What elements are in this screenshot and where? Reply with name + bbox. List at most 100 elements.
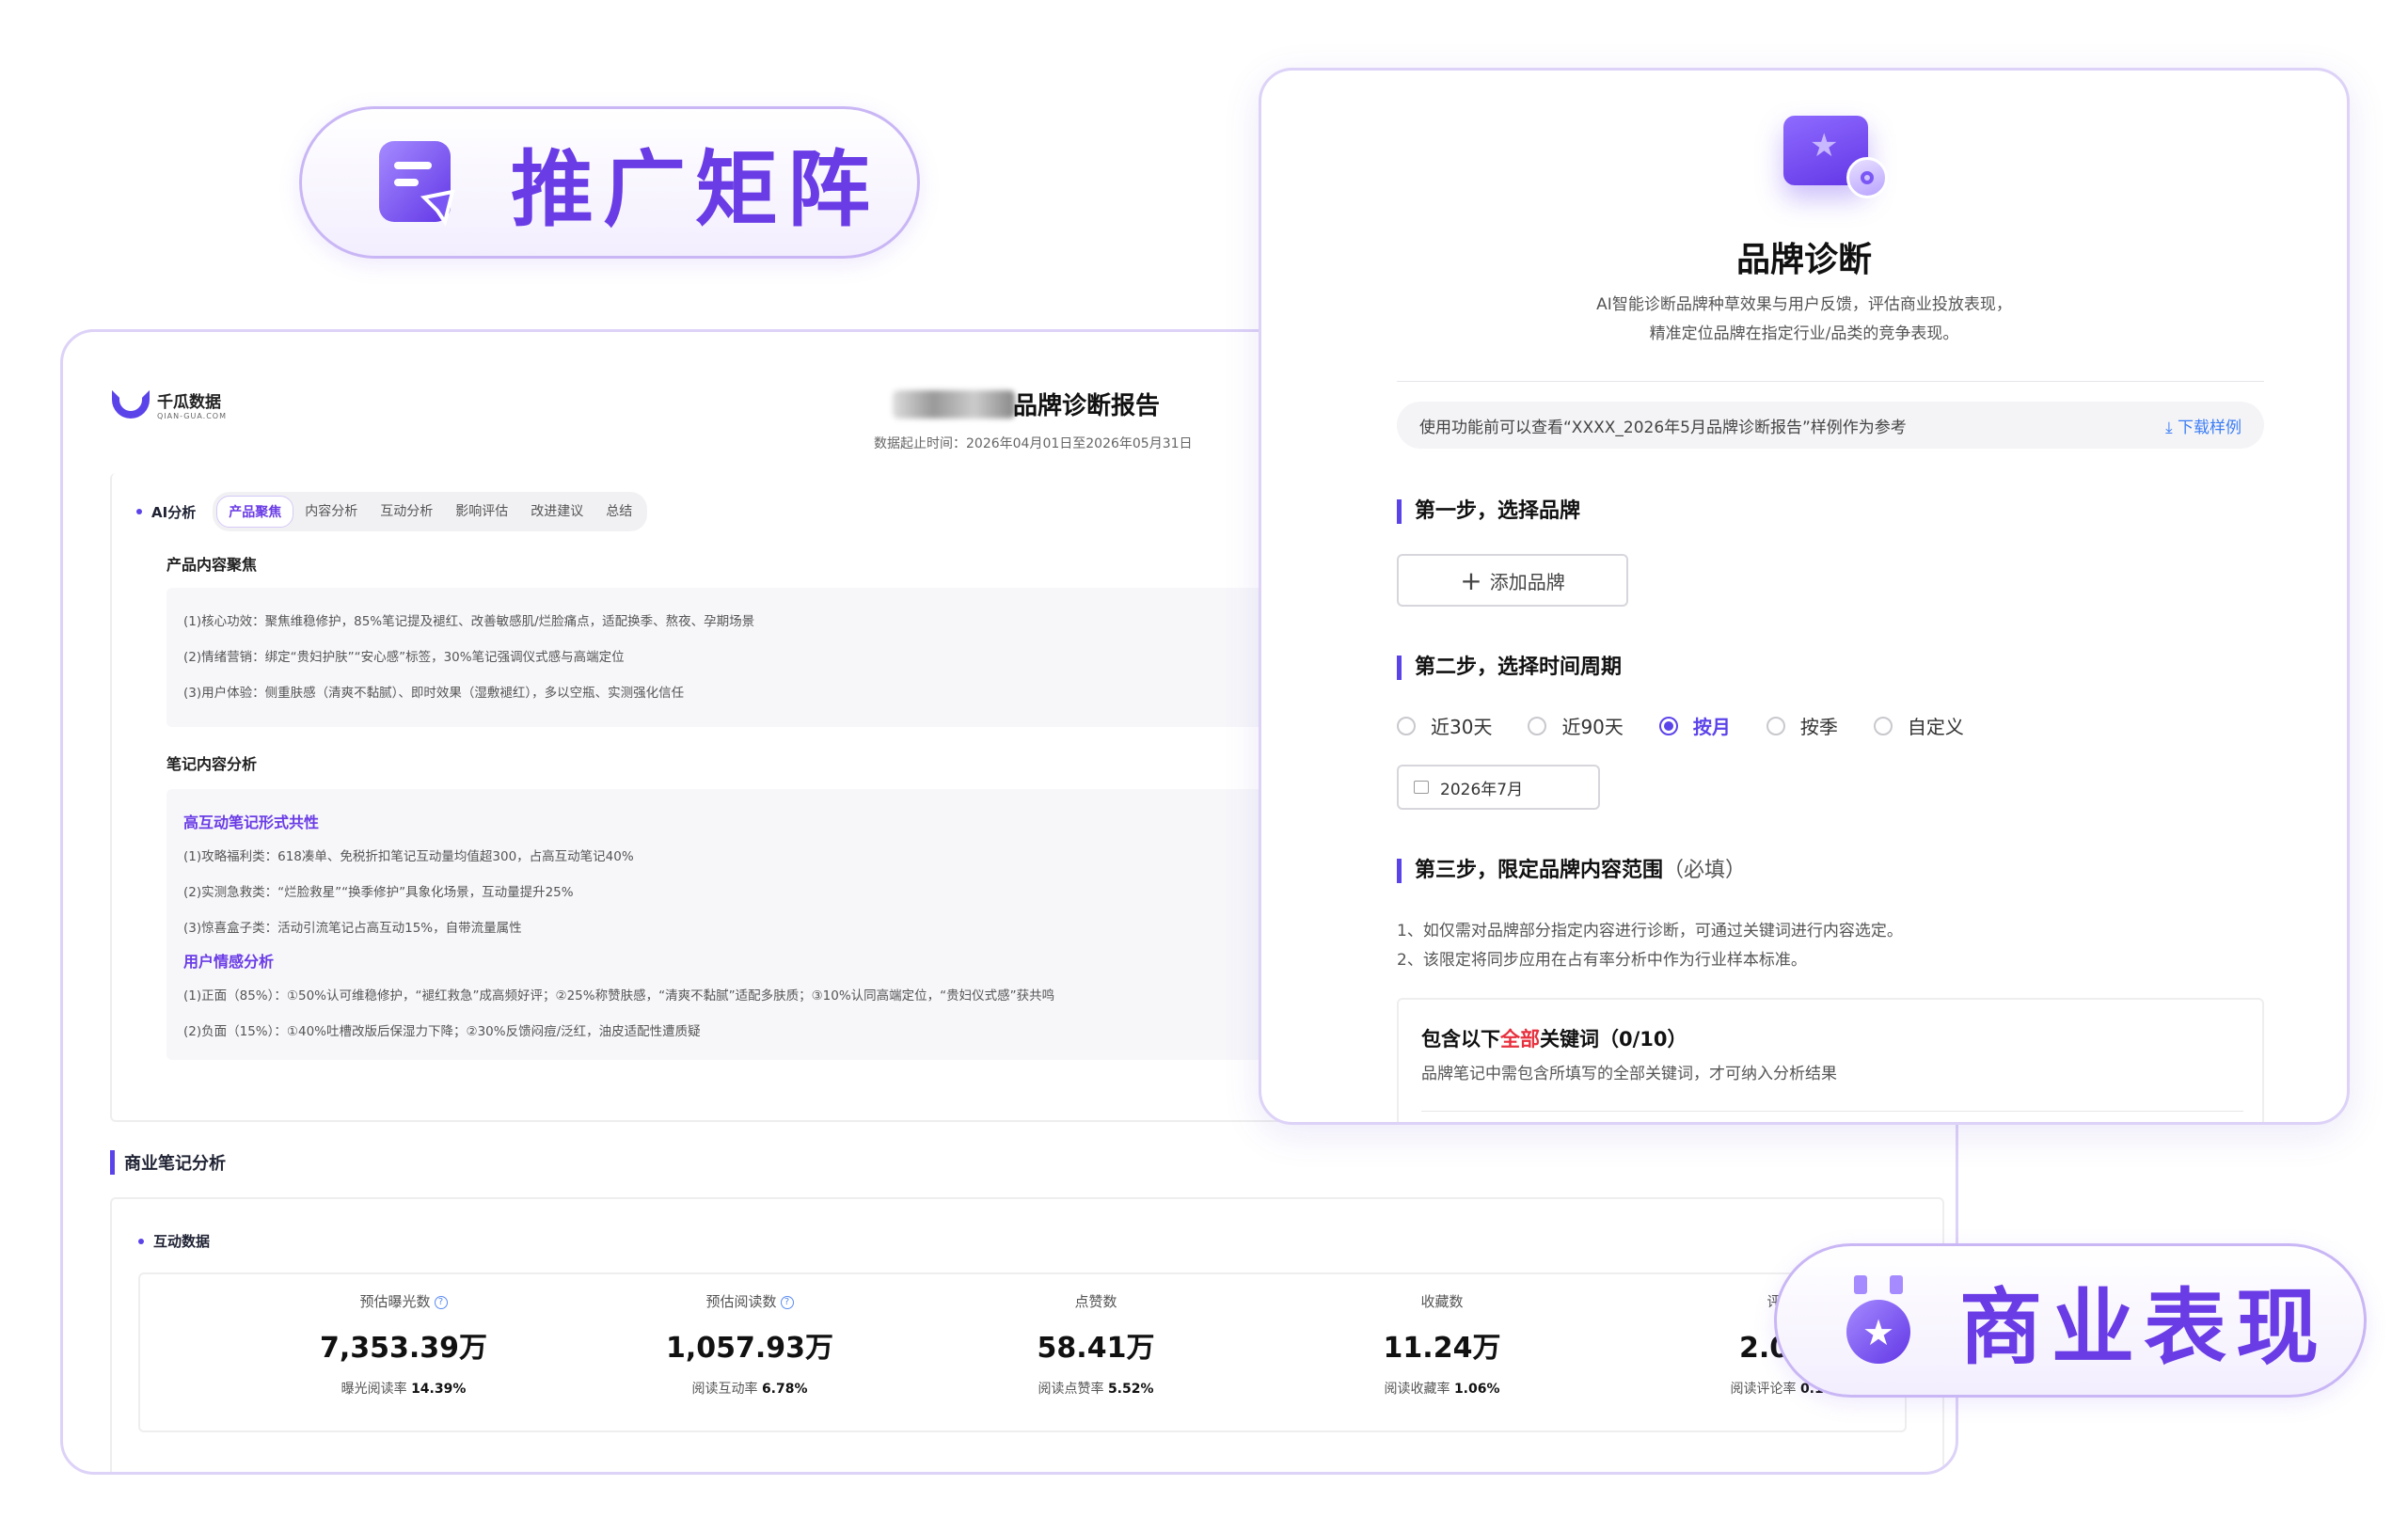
- keyword-title: 包含以下全部关键词（0/10）: [1421, 1024, 1687, 1052]
- stat-likes: 点赞数 58.41万 阅读点赞率 5.52%: [974, 1274, 1218, 1398]
- note-line: (3)惊喜盒子类：活动引流笔记占高互动15%，自带流量属性: [183, 921, 522, 936]
- radio-30-days[interactable]: 近30天: [1397, 712, 1492, 739]
- tab-suggestions[interactable]: 改进建议: [519, 496, 594, 528]
- divider: [1397, 381, 2264, 382]
- search-badge-icon: [1846, 157, 1888, 198]
- business-performance-pill: ★ 商业表现: [1774, 1243, 2367, 1398]
- add-brand-button[interactable]: + 添加品牌: [1397, 554, 1628, 607]
- stat-value: 7,353.39万: [319, 1332, 488, 1365]
- step2-heading: 第二步，选择时间周期: [1397, 656, 1622, 680]
- sample-tip-bar: 使用功能前可以查看“XXXX_2026年5月品牌诊断报告”样例作为参考 ⤓ 下载…: [1397, 402, 2264, 449]
- report-date-range: 数据起止时间：2026年04月01日至2026年05月31日: [874, 436, 1193, 451]
- plus-icon: +: [1460, 564, 1482, 596]
- radio-circle-selected[interactable]: [1658, 716, 1678, 735]
- ai-label: AI分析: [151, 503, 197, 521]
- keyword-title-pre: 包含以下: [1421, 1028, 1500, 1051]
- tab-product-focus[interactable]: 产品聚焦: [216, 496, 294, 528]
- stat-sub-value: 6.78%: [761, 1382, 808, 1397]
- step3-title: 第三步，限定品牌内容范围: [1415, 859, 1664, 882]
- radio-label: 自定义: [1907, 716, 1964, 738]
- step3-notes: 1、如仅需对品牌部分指定内容进行诊断，可通过关键词进行内容选定。 2、该限定将同…: [1397, 917, 1903, 975]
- stat-value: 1,057.93万: [665, 1332, 834, 1365]
- radio-circle[interactable]: [1873, 716, 1893, 735]
- stat-sub-label: 阅读收藏率: [1384, 1382, 1450, 1397]
- tab-interaction-analysis[interactable]: 互动分析: [369, 496, 444, 528]
- stat-sub-value: 5.52%: [1107, 1382, 1154, 1397]
- logo-sub: QIAN-GUA.COM: [157, 412, 228, 420]
- radio-label: 按季: [1799, 716, 1838, 738]
- radio-quarterly[interactable]: 按季: [1766, 712, 1838, 739]
- download-icon: ⤓: [2165, 418, 2173, 437]
- keyword-box: 包含以下全部关键词（0/10） 品牌笔记中需包含所填写的全部关键词，才可纳入分析…: [1397, 998, 2264, 1122]
- download-label: 下载样例: [2178, 418, 2242, 437]
- help-icon[interactable]: ?: [780, 1295, 794, 1309]
- keyword-title-post: 关键词（0/10）: [1540, 1028, 1687, 1051]
- note-icon: [379, 141, 455, 226]
- stat-label: 收藏数: [1420, 1293, 1464, 1310]
- stat-sub-value: 14.39%: [411, 1382, 467, 1397]
- stat-label: 点赞数: [1074, 1293, 1117, 1310]
- bullet-dot: [138, 1238, 144, 1244]
- step3-heading: 第三步，限定品牌内容范围（必填）: [1397, 859, 1746, 883]
- stat-sub-label: 阅读互动率: [691, 1382, 758, 1397]
- download-sample-link[interactable]: ⤓ 下载样例: [2165, 414, 2242, 437]
- stat-value: 11.24万: [1383, 1332, 1501, 1365]
- medal-icon: ★: [1846, 1275, 1910, 1364]
- pill-top-label: 推广矩阵: [511, 140, 880, 238]
- stat-sub-value: 1.06%: [1453, 1382, 1500, 1397]
- calendar-icon: [1414, 781, 1429, 794]
- keyword-subtitle: 品牌笔记中需包含所填写的全部关键词，才可纳入分析结果: [1421, 1065, 1837, 1083]
- product-focus-line: (1)核心功效：聚焦维稳修护，85%笔记提及褪红、改善敏感肌/烂脸痛点，适配换季…: [183, 614, 755, 629]
- stats-panel: 预估曝光数? 7,353.39万 曝光阅读率 14.39% 预估阅读数? 1,0…: [138, 1272, 1907, 1432]
- help-icon[interactable]: ?: [434, 1295, 448, 1309]
- radio-circle[interactable]: [1766, 716, 1785, 735]
- sentiment-line: (2)负面（15%）：①40%吐槽改版后保湿力下降；②30%反馈闷痘/泛红，油皮…: [183, 1024, 701, 1039]
- stat-reads: 预估阅读数? 1,057.93万 阅读互动率 6.78%: [627, 1274, 872, 1398]
- radio-circle[interactable]: [1528, 716, 1547, 735]
- note-line: 1、如仅需对品牌部分指定内容进行诊断，可通过关键词进行内容选定。: [1397, 922, 1903, 940]
- analysis-tabs: 产品聚焦 内容分析 互动分析 影响评估 改进建议 总结: [213, 492, 648, 531]
- period-radio-group: 近30天 近90天 按月 按季 自定义: [1397, 712, 2000, 739]
- description-line: AI智能诊断品牌种草效果与用户反馈，评估商业投放表现，: [1596, 295, 2012, 314]
- stat-label: 预估曝光数: [359, 1293, 431, 1310]
- tab-content-analysis[interactable]: 内容分析: [293, 496, 369, 528]
- business-notes-heading: 商业笔记分析: [110, 1150, 226, 1175]
- month-value: 2026年7月: [1440, 780, 1524, 799]
- product-focus-box: (1)核心功效：聚焦维稳修护，85%笔记提及褪红、改善敏感肌/烂脸痛点，适配换季…: [166, 588, 1342, 727]
- description-line: 精准定位品牌在指定行业/品类的竞争表现。: [1649, 324, 1959, 343]
- high-interaction-heading: 高互动笔记形式共性: [183, 814, 320, 831]
- product-focus-line: (2)情绪营销：绑定“贵妇护肤”“安心感”标签，30%笔记强调仪式感与高端定位: [183, 650, 625, 665]
- radio-custom[interactable]: 自定义: [1873, 712, 1964, 739]
- note-line: 2、该限定将同步应用在占有率分析中作为行业样本标准。: [1397, 951, 1807, 970]
- step3-required-note: （必填）: [1663, 859, 1747, 882]
- ai-analysis-header: AI分析 产品聚焦 内容分析 互动分析 影响评估 改进建议 总结: [136, 492, 648, 531]
- radio-90-days[interactable]: 近90天: [1528, 712, 1624, 739]
- add-brand-label: 添加品牌: [1489, 570, 1565, 593]
- star-icon: ★: [1810, 127, 1839, 165]
- logo-mark-icon: [112, 390, 150, 419]
- note-content-heading: 笔记内容分析: [166, 755, 258, 773]
- tab-summary[interactable]: 总结: [594, 496, 643, 528]
- keyword-title-all: 全部: [1500, 1028, 1540, 1051]
- radio-label: 近30天: [1431, 716, 1493, 738]
- pill-bottom-label: 商业表现: [1959, 1278, 2329, 1376]
- radio-circle[interactable]: [1397, 716, 1416, 735]
- stat-favorites: 收藏数 11.24万 阅读收藏率 1.06%: [1320, 1274, 1564, 1398]
- tab-impact-assessment[interactable]: 影响评估: [444, 496, 519, 528]
- report-title: 品牌诊断报告: [1013, 392, 1161, 420]
- radio-label: 近90天: [1561, 716, 1624, 738]
- keyword-input-line[interactable]: [1421, 1111, 2243, 1112]
- month-picker[interactable]: 2026年7月: [1397, 765, 1600, 810]
- bullet-dot: [136, 509, 142, 514]
- diagnosis-title: 品牌诊断: [1735, 241, 1872, 279]
- step1-heading: 第一步，选择品牌: [1397, 499, 1580, 524]
- brand-diagnosis-card: ★ 品牌诊断 AI智能诊断品牌种草效果与用户反馈，评估商业投放表现， 精准定位品…: [1259, 68, 2350, 1125]
- product-focus-heading: 产品内容聚焦: [166, 556, 258, 574]
- note-line: (2)实测急救类：“烂脸救星”“换季修护”具象化场景，互动量提升25%: [183, 885, 574, 900]
- radio-monthly[interactable]: 按月: [1658, 712, 1731, 739]
- stat-sub-label: 阅读评论率: [1730, 1382, 1797, 1397]
- interaction-data-label: 互动数据: [153, 1233, 211, 1250]
- diagnosis-description: AI智能诊断品牌种草效果与用户反馈，评估商业投放表现， 精准定位品牌在指定行业/…: [1261, 291, 2347, 349]
- svg-text:★: ★: [1862, 1312, 1894, 1353]
- sentiment-heading: 用户情感分析: [183, 953, 275, 971]
